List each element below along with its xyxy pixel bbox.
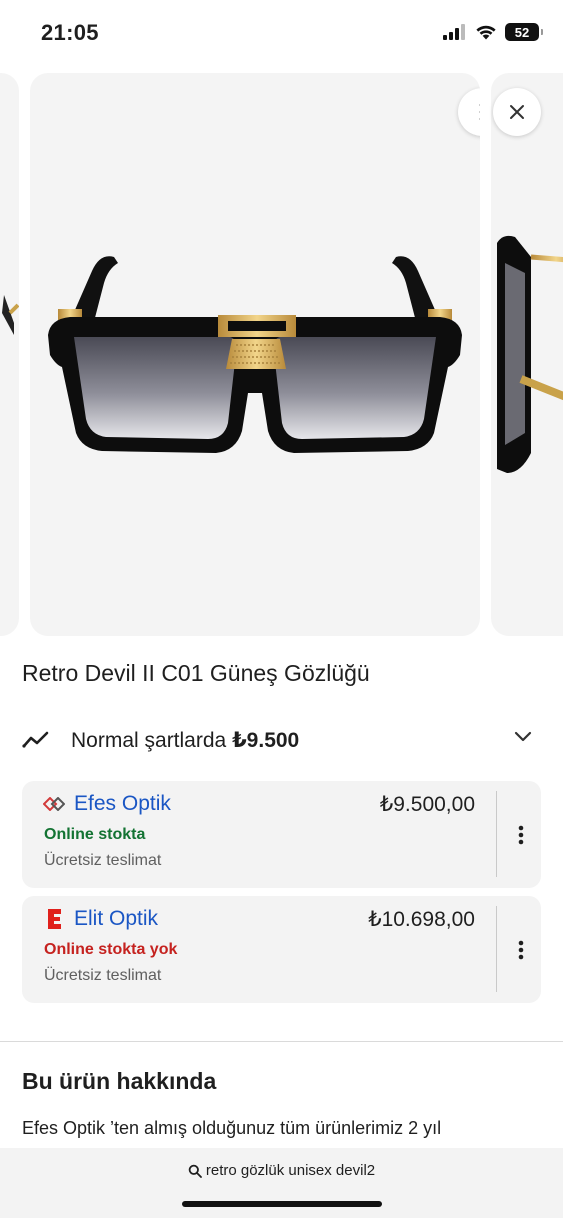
seller-card-efes-optik[interactable]: Efes Optik ₺9.500,00 Online stokta Ücret… xyxy=(22,781,541,888)
chevron-down-icon[interactable] xyxy=(514,730,532,742)
divider xyxy=(496,906,497,992)
about-text: Efes Optik ’ten almış olduğunuz tüm ürün… xyxy=(22,1118,442,1138)
close-icon xyxy=(510,105,524,119)
seller-more-button[interactable] xyxy=(510,934,532,966)
search-query-text: retro gözlük unisex devil2 xyxy=(205,1162,376,1179)
search-icon xyxy=(188,1164,202,1178)
battery-level: 52 xyxy=(514,24,530,40)
image-gallery[interactable] xyxy=(0,73,563,637)
product-detail-page: 21:05 52 Retro Devil II C01 Güneş Gözlüğ… xyxy=(0,0,563,1218)
delivery-info: Ücretsiz teslimat xyxy=(44,852,162,869)
price-summary-label: Normal şartlarda xyxy=(71,728,233,752)
seller-price: ₺10.698,00 xyxy=(368,908,475,931)
seller-name[interactable]: Elit Optik xyxy=(74,907,158,931)
status-bar: 21:05 52 xyxy=(0,0,563,64)
sunglasses-image xyxy=(48,256,462,453)
more-vert-icon xyxy=(479,103,480,121)
status-time: 21:05 xyxy=(41,20,99,45)
seller-name[interactable]: Efes Optik xyxy=(74,792,171,816)
more-vert-icon xyxy=(518,825,524,845)
cellular-signal-icon xyxy=(443,24,465,40)
about-heading: Bu ürün hakkında xyxy=(22,1068,217,1094)
price-summary-value: ₺9.500 xyxy=(232,728,300,752)
section-divider xyxy=(0,1041,563,1042)
elit-optik-logo-icon xyxy=(43,908,65,930)
status-icons: 52 xyxy=(443,23,543,41)
seller-more-button[interactable] xyxy=(510,819,532,851)
close-button[interactable] xyxy=(493,88,541,136)
divider xyxy=(496,791,497,877)
bottom-search-bar[interactable]: retro gözlük unisex devil2 xyxy=(0,1148,563,1218)
price-history-row[interactable]: Normal şartlarda ₺9.500 xyxy=(22,722,542,758)
stock-status: Online stokta xyxy=(44,826,146,843)
battery-icon: 52 xyxy=(505,23,543,41)
price-summary: Normal şartlarda ₺9.500 xyxy=(71,728,299,753)
home-indicator xyxy=(182,1201,382,1207)
wifi-icon xyxy=(476,25,496,40)
seller-price: ₺9.500,00 xyxy=(379,793,475,816)
search-query-pill[interactable]: retro gözlük unisex devil2 xyxy=(0,1162,563,1179)
seller-card-elit-optik[interactable]: Elit Optik ₺10.698,00 Online stokta yok … xyxy=(22,896,541,1003)
price-trend-icon xyxy=(22,731,49,748)
product-title: Retro Devil II C01 Güneş Gözlüğü xyxy=(22,660,370,686)
delivery-info: Ücretsiz teslimat xyxy=(44,967,162,984)
efes-optik-logo-icon xyxy=(43,793,65,815)
more-vert-icon xyxy=(518,940,524,960)
stock-status: Online stokta yok xyxy=(44,941,178,958)
gallery-image-main[interactable] xyxy=(30,73,480,636)
gallery-image-previous[interactable] xyxy=(0,73,19,636)
gallery-image-next[interactable] xyxy=(491,73,563,636)
